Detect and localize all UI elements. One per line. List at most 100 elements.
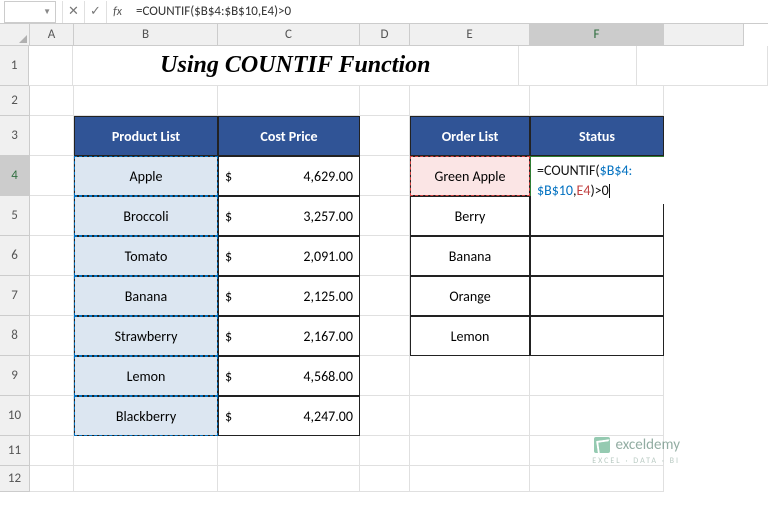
watermark: exceldemy bbox=[594, 436, 680, 454]
cell-A1[interactable] bbox=[29, 46, 72, 86]
cell-D3[interactable] bbox=[360, 116, 410, 156]
cell-status[interactable] bbox=[530, 236, 664, 276]
cell-D6[interactable] bbox=[360, 236, 410, 276]
cell-order[interactable]: Orange bbox=[410, 276, 530, 316]
fx-icon[interactable]: fx bbox=[106, 1, 128, 23]
spreadsheet-grid: A B C D E F 1 Using COUNTIF Function 2 3… bbox=[0, 24, 768, 492]
row-header-2[interactable]: 2 bbox=[0, 86, 30, 116]
cell-A4[interactable] bbox=[30, 156, 74, 196]
row-header-12[interactable]: 12 bbox=[0, 466, 30, 492]
col-header-G[interactable] bbox=[664, 24, 744, 46]
col-header-A[interactable]: A bbox=[30, 24, 74, 46]
cell-A6[interactable] bbox=[30, 236, 74, 276]
cell-E11[interactable] bbox=[410, 436, 530, 466]
name-box[interactable]: ▼ bbox=[4, 1, 56, 23]
cell-status[interactable] bbox=[530, 316, 664, 356]
page-title: Using COUNTIF Function bbox=[73, 46, 519, 86]
col-header-E[interactable]: E bbox=[410, 24, 530, 46]
cell-A7[interactable] bbox=[30, 276, 74, 316]
cell-F9[interactable] bbox=[530, 356, 664, 396]
cell-E10[interactable] bbox=[410, 396, 530, 436]
col-header-F[interactable]: F bbox=[530, 24, 664, 46]
watermark-text: exceldemy bbox=[616, 436, 680, 454]
cell-A3[interactable] bbox=[30, 116, 74, 156]
cell-product[interactable]: Strawberry bbox=[74, 316, 218, 356]
cell-status[interactable] bbox=[530, 276, 664, 316]
cell-F4-editing[interactable]: =COUNTIF($B$4: $B$10,E4)>0 bbox=[530, 156, 664, 196]
cell-A8[interactable] bbox=[30, 316, 74, 356]
cell-F12[interactable] bbox=[530, 466, 664, 492]
enter-icon[interactable]: ✓ bbox=[84, 1, 106, 23]
cell-product[interactable]: Banana bbox=[74, 276, 218, 316]
cell-B12[interactable] bbox=[74, 466, 218, 492]
watermark-logo-icon bbox=[594, 437, 610, 453]
cell-D8[interactable] bbox=[360, 316, 410, 356]
col-header-D[interactable]: D bbox=[360, 24, 410, 46]
header-cost[interactable]: Cost Price bbox=[218, 116, 360, 156]
cell-D2[interactable] bbox=[360, 86, 410, 116]
formula-input[interactable]: =COUNTIF($B$4:$B$10,E4)>0 bbox=[128, 4, 768, 19]
cell-price[interactable]: $2,167.00 bbox=[218, 316, 360, 356]
cell-D10[interactable] bbox=[360, 396, 410, 436]
cell-product[interactable]: Lemon bbox=[74, 356, 218, 396]
header-product[interactable]: Product List bbox=[74, 116, 218, 156]
header-order[interactable]: Order List bbox=[410, 116, 530, 156]
cell-C12[interactable] bbox=[218, 466, 360, 492]
cell-price[interactable]: $4,568.00 bbox=[218, 356, 360, 396]
row-header-6[interactable]: 6 bbox=[0, 236, 30, 276]
cell-F10[interactable] bbox=[530, 396, 664, 436]
cell-E9[interactable] bbox=[410, 356, 530, 396]
cell-price[interactable]: $4,629.00 bbox=[218, 156, 360, 196]
cell-product[interactable]: Tomato bbox=[74, 236, 218, 276]
cell-price[interactable]: $2,091.00 bbox=[218, 236, 360, 276]
formula-bar: ▼ ✕ ✓ fx =COUNTIF($B$4:$B$10,E4)>0 bbox=[0, 0, 768, 24]
select-all-corner[interactable] bbox=[0, 24, 30, 46]
cell-C11[interactable] bbox=[218, 436, 360, 466]
cell-D7[interactable] bbox=[360, 276, 410, 316]
cell-order[interactable]: Green Apple bbox=[410, 156, 530, 196]
row-header-3[interactable]: 3 bbox=[0, 116, 30, 156]
row-header-1[interactable]: 1 bbox=[0, 46, 29, 86]
row-header-11[interactable]: 11 bbox=[0, 436, 30, 466]
cell-E1[interactable] bbox=[519, 46, 637, 86]
row-header-7[interactable]: 7 bbox=[0, 276, 30, 316]
cell-price[interactable]: $4,247.00 bbox=[218, 396, 360, 436]
formula-edit-overlay: =COUNTIF($B$4: $B$10,E4)>0 bbox=[531, 157, 768, 204]
cell-price[interactable]: $2,125.00 bbox=[218, 276, 360, 316]
cell-A12[interactable] bbox=[30, 466, 74, 492]
row-header-4[interactable]: 4 bbox=[0, 156, 30, 196]
cancel-icon[interactable]: ✕ bbox=[62, 1, 84, 23]
cell-A9[interactable] bbox=[30, 356, 74, 396]
cell-D12[interactable] bbox=[360, 466, 410, 492]
header-status[interactable]: Status bbox=[530, 116, 664, 156]
row-header-10[interactable]: 10 bbox=[0, 396, 30, 436]
cell-product[interactable]: Blackberry bbox=[74, 396, 218, 436]
cell-E2[interactable] bbox=[410, 86, 530, 116]
cell-product[interactable]: Broccoli bbox=[74, 196, 218, 236]
cell-product[interactable]: Apple bbox=[74, 156, 218, 196]
row-header-9[interactable]: 9 bbox=[0, 356, 30, 396]
cell-D4[interactable] bbox=[360, 156, 410, 196]
cell-A11[interactable] bbox=[30, 436, 74, 466]
cell-D5[interactable] bbox=[360, 196, 410, 236]
col-header-C[interactable]: C bbox=[218, 24, 360, 46]
cell-price[interactable]: $3,257.00 bbox=[218, 196, 360, 236]
cell-C2[interactable] bbox=[218, 86, 360, 116]
cell-F1[interactable] bbox=[637, 46, 768, 86]
cell-E12[interactable] bbox=[410, 466, 530, 492]
cell-A5[interactable] bbox=[30, 196, 74, 236]
cell-D9[interactable] bbox=[360, 356, 410, 396]
cell-order[interactable]: Banana bbox=[410, 236, 530, 276]
cell-B11[interactable] bbox=[74, 436, 218, 466]
col-header-B[interactable]: B bbox=[74, 24, 218, 46]
cell-D11[interactable] bbox=[360, 436, 410, 466]
cell-B2[interactable] bbox=[74, 86, 218, 116]
cell-order[interactable]: Berry bbox=[410, 196, 530, 236]
cell-A10[interactable] bbox=[30, 396, 74, 436]
cell-F2[interactable] bbox=[530, 86, 664, 116]
cell-A2[interactable] bbox=[30, 86, 74, 116]
row-header-5[interactable]: 5 bbox=[0, 196, 30, 236]
cell-order[interactable]: Lemon bbox=[410, 316, 530, 356]
row-header-8[interactable]: 8 bbox=[0, 316, 30, 356]
dropdown-icon[interactable]: ▼ bbox=[43, 7, 51, 17]
